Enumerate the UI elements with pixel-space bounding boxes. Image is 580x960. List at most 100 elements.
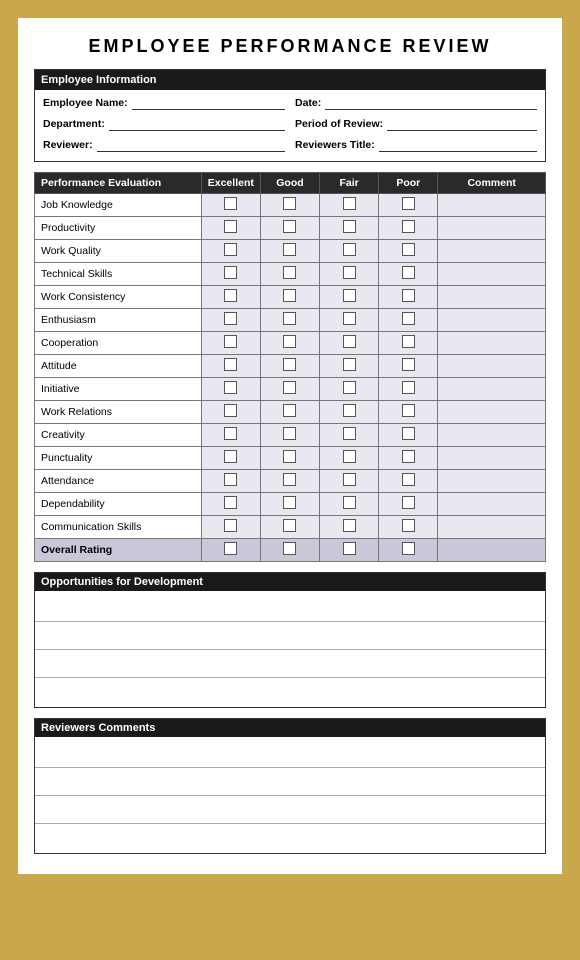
comment-cell[interactable] (438, 263, 546, 286)
rating-cell-good[interactable] (260, 355, 319, 378)
comment-cell[interactable] (438, 217, 546, 240)
checkbox-excellent[interactable] (224, 404, 237, 417)
checkbox-poor[interactable] (402, 335, 415, 348)
rating-cell-good[interactable] (260, 332, 319, 355)
comment-cell[interactable] (438, 539, 546, 562)
rating-cell-fair[interactable] (320, 355, 379, 378)
rating-cell-excellent[interactable] (201, 194, 260, 217)
rating-cell-poor[interactable] (379, 355, 438, 378)
rating-cell-good[interactable] (260, 263, 319, 286)
checkbox-good[interactable] (283, 266, 296, 279)
checkbox-poor[interactable] (402, 404, 415, 417)
checkbox-excellent[interactable] (224, 542, 237, 555)
comment-cell[interactable] (438, 309, 546, 332)
checkbox-good[interactable] (283, 243, 296, 256)
rating-cell-fair[interactable] (320, 240, 379, 263)
rating-cell-good[interactable] (260, 516, 319, 539)
checkbox-excellent[interactable] (224, 427, 237, 440)
checkbox-excellent[interactable] (224, 358, 237, 371)
checkbox-excellent[interactable] (224, 450, 237, 463)
comment-cell[interactable] (438, 286, 546, 309)
rating-cell-fair[interactable] (320, 286, 379, 309)
checkbox-excellent[interactable] (224, 220, 237, 233)
rating-cell-excellent[interactable] (201, 470, 260, 493)
rating-cell-excellent[interactable] (201, 424, 260, 447)
checkbox-fair[interactable] (343, 358, 356, 371)
checkbox-excellent[interactable] (224, 519, 237, 532)
checkbox-poor[interactable] (402, 427, 415, 440)
comment-cell[interactable] (438, 194, 546, 217)
checkbox-fair[interactable] (343, 197, 356, 210)
rating-cell-fair[interactable] (320, 263, 379, 286)
checkbox-excellent[interactable] (224, 335, 237, 348)
checkbox-fair[interactable] (343, 289, 356, 302)
checkbox-excellent[interactable] (224, 289, 237, 302)
rating-cell-fair[interactable] (320, 493, 379, 516)
checkbox-fair[interactable] (343, 243, 356, 256)
checkbox-fair[interactable] (343, 473, 356, 486)
checkbox-good[interactable] (283, 381, 296, 394)
rating-cell-fair[interactable] (320, 401, 379, 424)
checkbox-fair[interactable] (343, 496, 356, 509)
rating-cell-good[interactable] (260, 378, 319, 401)
checkbox-poor[interactable] (402, 473, 415, 486)
checkbox-excellent[interactable] (224, 266, 237, 279)
rating-cell-good[interactable] (260, 194, 319, 217)
rating-cell-good[interactable] (260, 401, 319, 424)
checkbox-poor[interactable] (402, 289, 415, 302)
comment-cell[interactable] (438, 470, 546, 493)
checkbox-fair[interactable] (343, 427, 356, 440)
rating-cell-fair[interactable] (320, 470, 379, 493)
checkbox-excellent[interactable] (224, 197, 237, 210)
checkbox-good[interactable] (283, 220, 296, 233)
rating-cell-good[interactable] (260, 286, 319, 309)
comment-cell[interactable] (438, 424, 546, 447)
rating-cell-fair[interactable] (320, 332, 379, 355)
checkbox-poor[interactable] (402, 243, 415, 256)
rating-cell-fair[interactable] (320, 378, 379, 401)
rating-cell-fair[interactable] (320, 424, 379, 447)
checkbox-poor[interactable] (402, 496, 415, 509)
checkbox-good[interactable] (283, 542, 296, 555)
comment-cell[interactable] (438, 332, 546, 355)
checkbox-good[interactable] (283, 450, 296, 463)
checkbox-fair[interactable] (343, 519, 356, 532)
checkbox-fair[interactable] (343, 381, 356, 394)
rating-cell-good[interactable] (260, 447, 319, 470)
checkbox-good[interactable] (283, 312, 296, 325)
checkbox-poor[interactable] (402, 312, 415, 325)
rating-cell-excellent[interactable] (201, 217, 260, 240)
rating-cell-poor[interactable] (379, 378, 438, 401)
rating-cell-poor[interactable] (379, 470, 438, 493)
checkbox-excellent[interactable] (224, 243, 237, 256)
rating-cell-fair[interactable] (320, 309, 379, 332)
rating-cell-good[interactable] (260, 217, 319, 240)
checkbox-poor[interactable] (402, 381, 415, 394)
checkbox-good[interactable] (283, 496, 296, 509)
rating-cell-excellent[interactable] (201, 516, 260, 539)
checkbox-fair[interactable] (343, 220, 356, 233)
checkbox-excellent[interactable] (224, 381, 237, 394)
rating-cell-poor[interactable] (379, 493, 438, 516)
checkbox-poor[interactable] (402, 197, 415, 210)
checkbox-good[interactable] (283, 289, 296, 302)
rating-cell-good[interactable] (260, 493, 319, 516)
checkbox-excellent[interactable] (224, 473, 237, 486)
rating-cell-fair[interactable] (320, 217, 379, 240)
comment-cell[interactable] (438, 401, 546, 424)
comment-cell[interactable] (438, 516, 546, 539)
rating-cell-excellent[interactable] (201, 332, 260, 355)
rating-cell-excellent[interactable] (201, 493, 260, 516)
rating-cell-poor[interactable] (379, 286, 438, 309)
checkbox-good[interactable] (283, 404, 296, 417)
rating-cell-excellent[interactable] (201, 378, 260, 401)
comment-cell[interactable] (438, 447, 546, 470)
rating-cell-excellent[interactable] (201, 401, 260, 424)
rating-cell-poor[interactable] (379, 309, 438, 332)
checkbox-good[interactable] (283, 473, 296, 486)
checkbox-poor[interactable] (402, 266, 415, 279)
checkbox-fair[interactable] (343, 312, 356, 325)
checkbox-fair[interactable] (343, 404, 356, 417)
rating-cell-excellent[interactable] (201, 263, 260, 286)
checkbox-poor[interactable] (402, 519, 415, 532)
